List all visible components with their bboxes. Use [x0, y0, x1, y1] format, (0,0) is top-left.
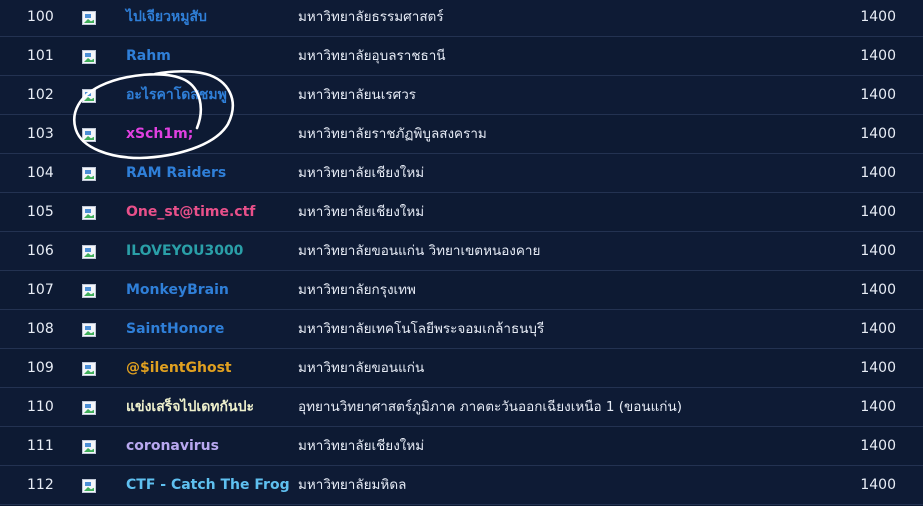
table-row: 102 อะไรคาโดสชมพู มหาวิทยาลัยนเรศวร 1400: [0, 76, 923, 115]
team-name-link[interactable]: แข่งเสร็จไปเดทกันปะ: [126, 388, 254, 426]
university-cell: มหาวิทยาลัยกรุงเทพ: [298, 282, 416, 298]
university-cell: มหาวิทยาลัยเทคโนโลยีพระจอมเกล้าธนบุรี: [298, 321, 545, 337]
team-name-link[interactable]: MonkeyBrain: [126, 271, 229, 309]
rank-cell: 100: [27, 9, 54, 25]
table-row: 112 CTF - Catch The Frog มหาวิทยาลัยมหิดล 1…: [0, 466, 923, 505]
rank-cell: 112: [27, 477, 54, 493]
team-name-link[interactable]: Rahm: [126, 37, 171, 75]
scoreboard: 100 ไปเจียวหมูสับ มหาวิทยาลัยธรรมศาสตร์ 140…: [0, 0, 923, 506]
table-row: 111 coronavirus มหาวิทยาลัยเชียงใหม่ 1400: [0, 427, 923, 466]
table-row: 110 แข่งเสร็จไปเดทกันปะ อุทยานวิทยาศาสตร์ภ…: [0, 388, 923, 427]
university-cell: มหาวิทยาลัยเชียงใหม่: [298, 438, 425, 454]
university-cell: มหาวิทยาลัยอุบลราชธานี: [298, 48, 446, 64]
university-cell: มหาวิทยาลัยราชภัฏพิบูลสงคราม: [298, 126, 487, 142]
team-name-link[interactable]: อะไรคาโดสชมพู: [126, 76, 227, 114]
flag-image-icon: [82, 323, 96, 337]
rank-cell: 106: [27, 243, 54, 259]
table-row: 108 SaintHonore มหาวิทยาลัยเทคโนโลยีพระจอม…: [0, 310, 923, 349]
team-name-link[interactable]: CTF - Catch The Frog: [126, 466, 290, 504]
university-cell: มหาวิทยาลัยนเรศวร: [298, 87, 417, 103]
flag-image-icon: [82, 206, 96, 220]
university-cell: มหาวิทยาลัยขอนแก่น วิทยาเขตหนองคาย: [298, 243, 541, 259]
university-cell: อุทยานวิทยาศาสตร์ภูมิภาค ภาคตะวันออกเฉีย…: [298, 399, 682, 415]
flag-image-icon: [82, 89, 96, 103]
team-name-link[interactable]: SaintHonore: [126, 310, 224, 348]
table-row: 104 RAM Raiders มหาวิทยาลัยเชียงใหม่ 1400: [0, 154, 923, 193]
team-name-link[interactable]: One_st@time.ctf: [126, 193, 255, 231]
rank-cell: 108: [27, 321, 54, 337]
flag-image-icon: [82, 128, 96, 142]
university-cell: มหาวิทยาลัยธรรมศาสตร์: [298, 9, 444, 25]
rank-cell: 101: [27, 48, 54, 64]
flag-image-icon: [82, 284, 96, 298]
score-cell: 1400: [860, 399, 896, 415]
score-cell: 1400: [860, 477, 896, 493]
score-cell: 1400: [860, 321, 896, 337]
flag-image-icon: [82, 401, 96, 415]
scoreboard-rows: 100 ไปเจียวหมูสับ มหาวิทยาลัยธรรมศาสตร์ 140…: [0, 0, 923, 505]
table-row: 109 @$ilentGhost มหาวิทยาลัยขอนแก่น 1400: [0, 349, 923, 388]
team-name-link[interactable]: @$ilentGhost: [126, 349, 232, 387]
score-cell: 1400: [860, 126, 896, 142]
rank-cell: 107: [27, 282, 54, 298]
score-cell: 1400: [860, 243, 896, 259]
rank-cell: 105: [27, 204, 54, 220]
score-cell: 1400: [860, 48, 896, 64]
score-cell: 1400: [860, 360, 896, 376]
rank-cell: 104: [27, 165, 54, 181]
rank-cell: 109: [27, 360, 54, 376]
table-row: 107 MonkeyBrain มหาวิทยาลัยกรุงเทพ 1400: [0, 271, 923, 310]
score-cell: 1400: [860, 87, 896, 103]
rank-cell: 102: [27, 87, 54, 103]
team-name-link[interactable]: ILOVEYOU3000: [126, 232, 243, 270]
flag-image-icon: [82, 167, 96, 181]
team-name-link[interactable]: coronavirus: [126, 427, 219, 465]
rank-cell: 111: [27, 438, 54, 454]
table-row: 100 ไปเจียวหมูสับ มหาวิทยาลัยธรรมศาสตร์ 140…: [0, 0, 923, 37]
flag-image-icon: [82, 362, 96, 376]
score-cell: 1400: [860, 9, 896, 25]
flag-image-icon: [82, 11, 96, 25]
rank-cell: 103: [27, 126, 54, 142]
table-row: 105 One_st@time.ctf มหาวิทยาลัยเชียงใหม่ 14…: [0, 193, 923, 232]
flag-image-icon: [82, 440, 96, 454]
table-row: 103 xSch1m; มหาวิทยาลัยราชภัฏพิบูลสงคราม 14…: [0, 115, 923, 154]
score-cell: 1400: [860, 282, 896, 298]
flag-image-icon: [82, 479, 96, 493]
score-cell: 1400: [860, 204, 896, 220]
flag-image-icon: [82, 245, 96, 259]
university-cell: มหาวิทยาลัยมหิดล: [298, 477, 407, 493]
team-name-link[interactable]: RAM Raiders: [126, 154, 226, 192]
team-name-link[interactable]: xSch1m;: [126, 115, 193, 153]
team-name-link[interactable]: ไปเจียวหมูสับ: [126, 0, 207, 36]
university-cell: มหาวิทยาลัยเชียงใหม่: [298, 204, 425, 220]
score-cell: 1400: [860, 165, 896, 181]
rank-cell: 110: [27, 399, 54, 415]
university-cell: มหาวิทยาลัยเชียงใหม่: [298, 165, 425, 181]
table-row: 106 ILOVEYOU3000 มหาวิทยาลัยขอนแก่น วิทยาเ…: [0, 232, 923, 271]
flag-image-icon: [82, 50, 96, 64]
score-cell: 1400: [860, 438, 896, 454]
table-row: 101 Rahm มหาวิทยาลัยอุบลราชธานี 1400: [0, 37, 923, 76]
university-cell: มหาวิทยาลัยขอนแก่น: [298, 360, 425, 376]
